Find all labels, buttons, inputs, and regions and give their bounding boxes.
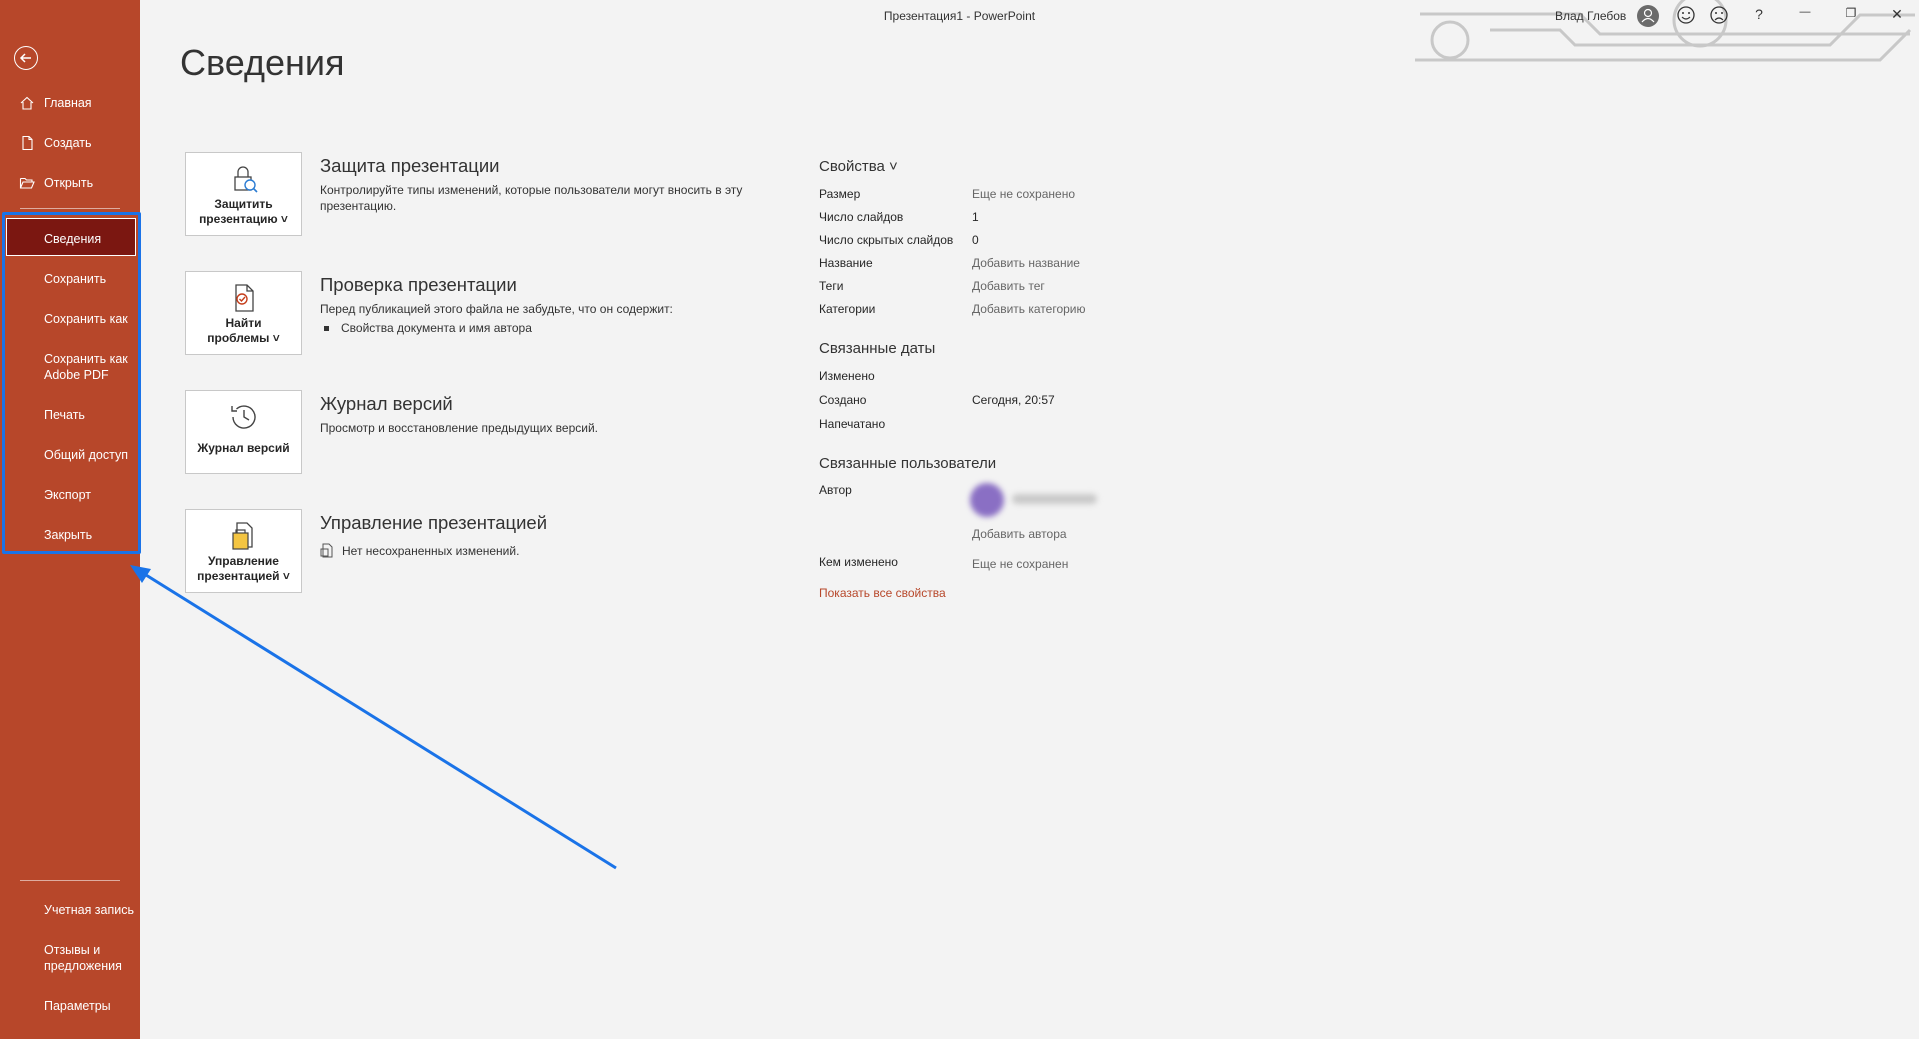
manage-section-desc: Нет несохраненных изменений. bbox=[320, 543, 519, 559]
protect-section-desc: Контролируйте типы изменений, которые по… bbox=[320, 183, 743, 197]
version-section-title: Журнал версий bbox=[320, 393, 453, 414]
protect-section-desc-2: презентацию. bbox=[320, 199, 397, 213]
bullet-icon bbox=[324, 325, 329, 331]
manage-section-title: Управление презентацией bbox=[320, 512, 548, 533]
prop-size-value: Еще не сохранено bbox=[972, 187, 1076, 201]
prop-slides-value: 1 bbox=[972, 210, 979, 224]
author-label: Автор bbox=[819, 483, 852, 497]
author-name-blurred bbox=[1012, 494, 1097, 504]
prop-title-label: Название bbox=[819, 256, 873, 270]
smile-icon[interactable] bbox=[1676, 5, 1696, 25]
lock-icon bbox=[234, 166, 258, 193]
date-created-label: Создано bbox=[819, 393, 867, 407]
date-printed-label: Напечатано bbox=[819, 417, 886, 431]
prop-slides-label: Число слайдов bbox=[819, 210, 904, 224]
prop-tags-input[interactable]: Добавить тег bbox=[972, 279, 1045, 293]
page-title: Сведения bbox=[180, 42, 345, 83]
related-people-header: Связанные пользователи bbox=[819, 455, 997, 472]
prop-categories-label: Категории bbox=[819, 302, 876, 316]
manage-tile-label: Управление презентацией ˅ bbox=[197, 554, 290, 583]
manage-presentation-button[interactable]: Управление презентацией ˅ bbox=[185, 509, 302, 593]
date-created-value: Сегодня, 20:57 bbox=[972, 393, 1055, 407]
date-modified-label: Изменено bbox=[819, 369, 875, 383]
author-avatar[interactable] bbox=[970, 483, 1004, 517]
close-window-button[interactable]: ✕ bbox=[1886, 6, 1908, 23]
version-history-button[interactable]: Журнал версий bbox=[185, 390, 302, 474]
inspect-section-desc: Перед публикацией этого файла не забудьт… bbox=[320, 302, 673, 316]
minimize-button[interactable]: — bbox=[1794, 6, 1816, 18]
inspect-bullet: Свойства документа и имя автора bbox=[320, 320, 532, 336]
inspect-section-title: Проверка презентации bbox=[320, 274, 517, 295]
related-dates-header: Связанные даты bbox=[819, 340, 936, 357]
modified-by-label: Кем изменено bbox=[819, 555, 898, 569]
document-status-icon bbox=[320, 543, 333, 558]
add-author-link[interactable]: Добавить автора bbox=[972, 527, 1067, 541]
prop-hidden-slides-value: 0 bbox=[972, 233, 979, 247]
protect-section-title: Защита презентации bbox=[320, 155, 500, 176]
check-issues-tile-label: Найти проблемы ˅ bbox=[207, 316, 280, 345]
help-button[interactable]: ? bbox=[1748, 6, 1770, 22]
history-clock-icon bbox=[231, 405, 256, 429]
properties-dropdown[interactable]: Свойства ˅ bbox=[819, 158, 898, 175]
manage-document-icon bbox=[232, 522, 253, 550]
protect-tile-label: Защитить презентацию ˅ bbox=[199, 197, 288, 226]
frown-icon[interactable] bbox=[1709, 5, 1729, 25]
prop-title-input[interactable]: Добавить название bbox=[972, 256, 1080, 270]
prop-hidden-slides-label: Число скрытых слайдов bbox=[819, 233, 954, 247]
version-history-tile-label: Журнал версий bbox=[197, 441, 290, 455]
check-issues-button[interactable]: Найти проблемы ˅ bbox=[185, 271, 302, 355]
restore-button[interactable]: ❐ bbox=[1840, 6, 1862, 20]
user-avatar[interactable] bbox=[1637, 5, 1659, 27]
inspect-document-icon bbox=[235, 284, 254, 312]
version-section-desc: Просмотр и восстановление предыдущих вер… bbox=[320, 421, 598, 435]
protect-presentation-button[interactable]: Защитить презентацию ˅ bbox=[185, 152, 302, 236]
user-name[interactable]: Влад Глебов bbox=[1555, 9, 1626, 23]
prop-categories-input[interactable]: Добавить категорию bbox=[972, 302, 1086, 316]
modified-by-value: Еще не сохранен bbox=[972, 557, 1069, 571]
show-all-properties-link[interactable]: Показать все свойства bbox=[819, 586, 946, 600]
user-icon bbox=[1641, 8, 1655, 23]
window-title: Презентация1 - PowerPoint bbox=[883, 9, 1036, 23]
prop-tags-label: Теги bbox=[819, 279, 844, 293]
prop-size-label: Размер bbox=[819, 187, 861, 201]
